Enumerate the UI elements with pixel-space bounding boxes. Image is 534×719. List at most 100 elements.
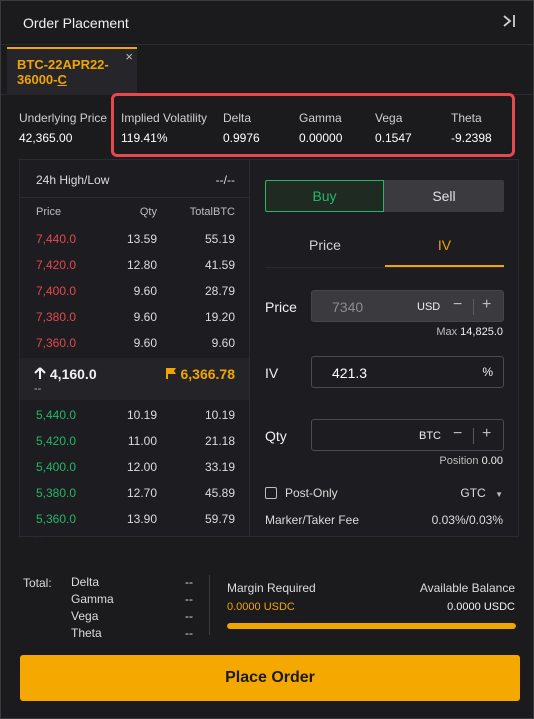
total-gamma: Gamma -- xyxy=(71,592,193,606)
ask-total: 19.20 xyxy=(204,310,235,324)
bid-qty: 13.90 xyxy=(126,512,157,526)
bid-row[interactable]: 5,380.0 12.70 45.89 xyxy=(20,486,249,512)
ask-total: 28.79 xyxy=(204,284,235,298)
bid-row[interactable]: 5,440.0 10.19 10.19 xyxy=(20,408,249,434)
mid-sub: -- xyxy=(34,383,42,395)
stat-theta: Theta -9.2398 xyxy=(451,111,492,145)
greek-value: -- xyxy=(185,626,193,640)
position-value: 0.00 xyxy=(481,455,503,467)
orderbook-mid: 4,160.0 6,366.78 -- xyxy=(20,358,249,400)
total-delta: Delta -- xyxy=(71,575,193,589)
fee-label: Marker/Taker Fee xyxy=(265,513,360,527)
close-icon[interactable]: × xyxy=(125,49,133,64)
last-price: 4,160.0 xyxy=(34,366,97,382)
price-unit: USD xyxy=(417,301,441,313)
tab-iv[interactable]: IV xyxy=(385,230,504,267)
col-price: Price xyxy=(36,206,62,218)
post-only-checkbox[interactable] xyxy=(265,487,277,499)
sell-button[interactable]: Sell xyxy=(384,180,504,212)
orderbook-columns: Price Qty TotalBTC xyxy=(20,206,249,222)
minus-icon[interactable]: − xyxy=(453,296,462,314)
col-qty: Qty xyxy=(139,206,157,218)
tab-price[interactable]: Price xyxy=(265,230,385,266)
panel-title: Order Placement xyxy=(23,15,129,31)
bid-total: 21.18 xyxy=(204,434,235,448)
stat-label: Implied Volatility xyxy=(121,111,208,125)
max-label: Max xyxy=(436,326,458,338)
position-hint: Position 0.00 xyxy=(439,455,503,467)
place-order-button[interactable]: Place Order xyxy=(20,655,520,701)
qty-unit: BTC xyxy=(419,430,441,442)
max-value: 14,825.0 xyxy=(460,326,503,338)
ask-row[interactable]: 7,400.0 9.60 28.79 xyxy=(20,284,249,310)
bid-row[interactable]: 5,360.0 13.90 59.79 xyxy=(20,512,249,538)
caret-down-icon: ▼ xyxy=(495,490,503,499)
summary-divider xyxy=(209,575,210,635)
greek-name: Vega xyxy=(71,609,99,623)
minus-icon[interactable]: − xyxy=(453,425,462,443)
arrow-up-icon xyxy=(34,367,46,379)
ask-qty: 12.80 xyxy=(126,258,157,272)
max-price-hint: Max 14,825.0 xyxy=(436,326,503,338)
tab-instrument-label: BTC-22APR22- 36000-C xyxy=(17,57,125,87)
time-in-force-select[interactable]: GTC ▼ xyxy=(460,486,503,500)
tab-label-line2: 36000- xyxy=(17,72,58,87)
bid-total: 10.19 xyxy=(204,408,235,422)
bid-qty: 11.00 xyxy=(127,434,157,448)
available-balance-label: Available Balance xyxy=(419,581,515,595)
margin-required-label: Margin Required xyxy=(227,581,316,595)
total-theta: Theta -- xyxy=(71,626,193,640)
orderbook-header: 24h High/Low --/-- xyxy=(20,160,249,198)
plus-icon[interactable]: + xyxy=(482,296,491,314)
greek-name: Delta xyxy=(71,575,100,589)
qty-field[interactable]: BTC − + xyxy=(311,419,504,451)
tab-label-suffix: C xyxy=(57,72,67,87)
stat-implied-volatility: Implied Volatility 119.41% xyxy=(121,111,207,145)
bid-qty: 12.00 xyxy=(126,460,157,474)
stat-label: Underlying Price xyxy=(19,111,108,125)
iv-label: IV xyxy=(265,365,279,381)
input-mode-tabs: Price IV xyxy=(265,230,504,268)
qty-label: Qty xyxy=(265,428,287,444)
bid-row[interactable]: 5,420.0 11.00 21.18 xyxy=(20,434,249,460)
flag-icon xyxy=(165,368,176,379)
stat-underlying-price: Underlying Price 42,365.00 xyxy=(19,111,107,145)
total-vega: Vega -- xyxy=(71,609,193,623)
mark-price-value: 6,366.78 xyxy=(180,366,236,382)
orderbook-pointer xyxy=(29,537,45,545)
bid-qty: 12.70 xyxy=(126,486,157,500)
ask-price: 7,380.0 xyxy=(36,310,77,324)
stepper-divider xyxy=(473,299,474,315)
available-balance-value: 0.0000 USDC xyxy=(447,601,515,613)
stat-value: 0.00000 xyxy=(299,131,343,145)
price-label: Price xyxy=(265,299,297,315)
iv-unit: % xyxy=(482,365,493,379)
instrument-tabbar: BTC-22APR22- 36000-C × xyxy=(1,45,533,95)
ask-row[interactable]: 7,420.0 12.80 41.59 xyxy=(20,258,249,284)
ask-total: 55.19 xyxy=(204,232,235,246)
ask-price: 7,400.0 xyxy=(36,284,77,298)
plus-icon[interactable]: + xyxy=(482,425,491,443)
bid-qty: 10.19 xyxy=(126,408,157,422)
bid-row[interactable]: 5,400.0 12.00 33.19 xyxy=(20,460,249,486)
iv-field[interactable]: 421.3 % xyxy=(311,356,504,388)
collapse-right-icon[interactable] xyxy=(501,13,519,31)
stat-label: Vega xyxy=(375,111,403,125)
bid-total: 45.89 xyxy=(204,486,235,500)
bid-price: 5,380.0 xyxy=(36,486,77,500)
ask-row[interactable]: 7,440.0 13.59 55.19 xyxy=(20,232,249,258)
stat-value: -9.2398 xyxy=(451,131,492,145)
ask-row[interactable]: 7,380.0 9.60 19.20 xyxy=(20,310,249,336)
price-field[interactable]: 7340 USD − + xyxy=(311,290,504,322)
last-price-value: 4,160.0 xyxy=(49,366,97,382)
ask-qty: 9.60 xyxy=(133,310,157,324)
orderbook-range: --/-- xyxy=(215,173,235,187)
tab-label-line1: BTC-22APR22- xyxy=(17,57,109,72)
ask-qty: 13.59 xyxy=(126,232,157,246)
buy-button[interactable]: Buy xyxy=(265,180,384,212)
bid-price: 5,360.0 xyxy=(36,512,77,526)
panel-header: Order Placement xyxy=(1,1,533,45)
tab-instrument[interactable]: BTC-22APR22- 36000-C × xyxy=(7,47,137,95)
bid-price: 5,420.0 xyxy=(36,434,77,448)
margin-usage-fill xyxy=(227,623,516,629)
